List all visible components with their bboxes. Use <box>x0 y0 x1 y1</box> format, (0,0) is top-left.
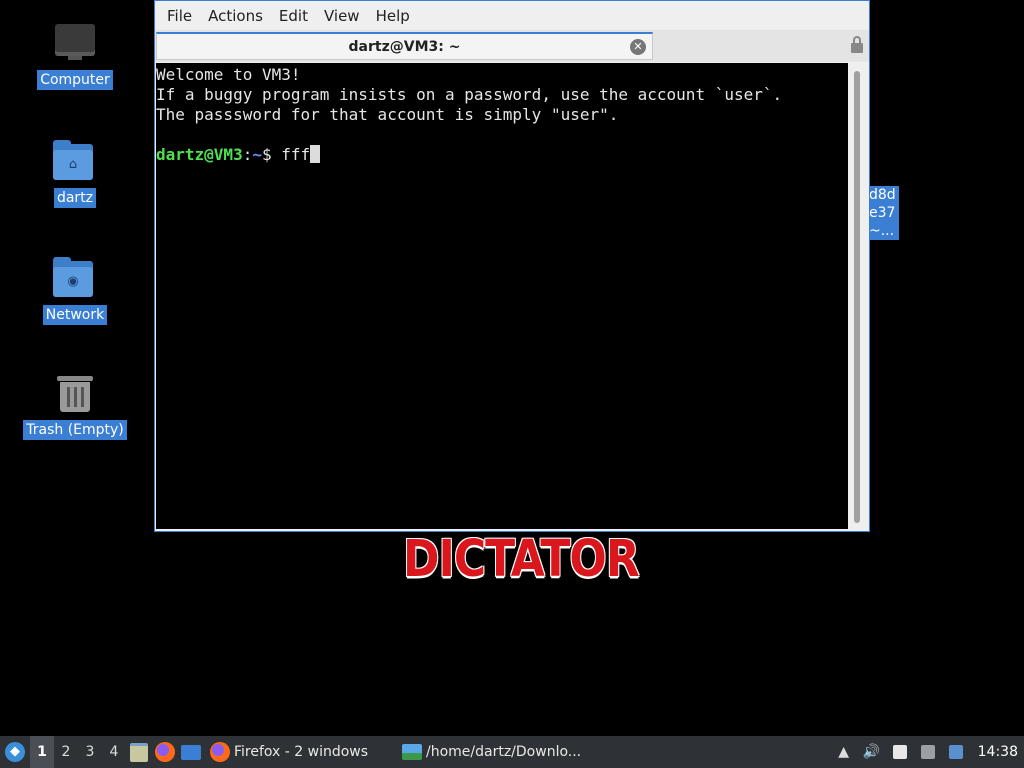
tray-arrow-icon[interactable]: ▲ <box>830 736 858 768</box>
show-desktop-button[interactable] <box>178 736 204 768</box>
terminal-window[interactable]: File Actions Edit View Help dartz@VM3: ~… <box>154 0 870 532</box>
terminal-tab[interactable]: dartz@VM3: ~ ✕ <box>156 32 653 60</box>
desktop-icon-computer[interactable]: Computer <box>25 22 125 90</box>
firefox-icon <box>210 742 230 762</box>
firefox-icon <box>155 742 175 762</box>
menu-file[interactable]: File <box>159 7 200 25</box>
task-image-viewer[interactable]: /home/dartz/Downlo... <box>396 736 598 768</box>
menu-actions[interactable]: Actions <box>200 7 271 25</box>
lock-icon[interactable] <box>851 36 863 54</box>
firefox-launcher[interactable] <box>152 736 178 768</box>
tab-bar: dartz@VM3: ~ ✕ <box>155 30 869 62</box>
tab-title: dartz@VM3: ~ <box>348 38 461 55</box>
prompt-path: ~ <box>252 145 262 164</box>
start-menu-button[interactable]: ◆ <box>0 736 30 768</box>
prompt-separator: : <box>242 145 253 164</box>
command-input[interactable]: fff <box>281 145 310 164</box>
clipboard-icon[interactable] <box>886 736 914 768</box>
workspace-4[interactable]: 4 <box>102 736 126 768</box>
menu-view[interactable]: View <box>316 7 368 25</box>
partial-icon-line: d8d <box>869 187 896 203</box>
volume-icon[interactable]: 🔊 <box>858 736 886 768</box>
desktop-icon-partial[interactable]: d8d e37 ~... <box>868 186 899 240</box>
file-manager-launcher[interactable] <box>126 736 152 768</box>
prompt-symbol: $ <box>261 145 282 164</box>
task-firefox[interactable]: Firefox - 2 windows <box>204 736 396 768</box>
network-folder-icon: ◉ <box>53 257 97 301</box>
partial-icon-line: e37 <box>869 205 896 221</box>
desktop-icon-trash[interactable]: Trash (Empty) <box>23 372 127 440</box>
workspace-2[interactable]: 2 <box>54 736 78 768</box>
home-folder-icon: ⌂ <box>53 140 97 184</box>
update-notifier-icon[interactable] <box>942 736 970 768</box>
desktop-icon-label: Network <box>42 305 108 325</box>
prompt-user: dartz@VM3 <box>156 145 243 164</box>
desktop-icon-label: Trash (Empty) <box>23 420 127 440</box>
terminal-line: If a buggy program insists on a password… <box>156 85 783 104</box>
workspace-3[interactable]: 3 <box>78 736 102 768</box>
partial-icon-line: ~... <box>869 223 895 239</box>
system-tray: ▲ 🔊 14:38 <box>830 736 1024 768</box>
network-tray-icon[interactable] <box>914 736 942 768</box>
lubuntu-logo-icon: ◆ <box>5 742 25 762</box>
wallpaper-text: DICTATOR <box>403 530 640 589</box>
terminal-line: Welcome to VM3! <box>156 65 301 84</box>
desktop-icon-network[interactable]: ◉ Network <box>25 257 125 325</box>
workspace-1[interactable]: 1 <box>30 736 54 768</box>
desktop-icon <box>181 744 201 760</box>
scrollbar[interactable] <box>848 63 868 529</box>
desktop-icon-label: Computer <box>37 70 113 90</box>
image-viewer-icon <box>402 744 422 760</box>
menu-help[interactable]: Help <box>368 7 418 25</box>
file-manager-icon <box>130 742 148 762</box>
close-tab-icon[interactable]: ✕ <box>630 39 646 55</box>
desktop-icon-home-folder[interactable]: ⌂ dartz <box>25 140 125 208</box>
taskbar: ◆ 1 2 3 4 Firefox - 2 windows /home/dart… <box>0 736 1024 768</box>
terminal-output[interactable]: Welcome to VM3! If a buggy program insis… <box>156 63 848 529</box>
terminal-line: The passsword for that account is simply… <box>156 105 619 124</box>
desktop-icon-label: dartz <box>53 188 97 208</box>
scrollbar-thumb[interactable] <box>854 71 860 523</box>
computer-icon <box>53 22 97 66</box>
task-label: /home/dartz/Downlo... <box>426 744 582 760</box>
text-cursor <box>310 145 321 163</box>
prompt-line: dartz@VM3:~$ fff <box>156 145 848 165</box>
menu-edit[interactable]: Edit <box>271 7 316 25</box>
trash-icon <box>53 372 97 416</box>
clock[interactable]: 14:38 <box>970 744 1024 760</box>
menu-bar: File Actions Edit View Help <box>155 1 869 30</box>
task-label: Firefox - 2 windows <box>234 744 369 760</box>
